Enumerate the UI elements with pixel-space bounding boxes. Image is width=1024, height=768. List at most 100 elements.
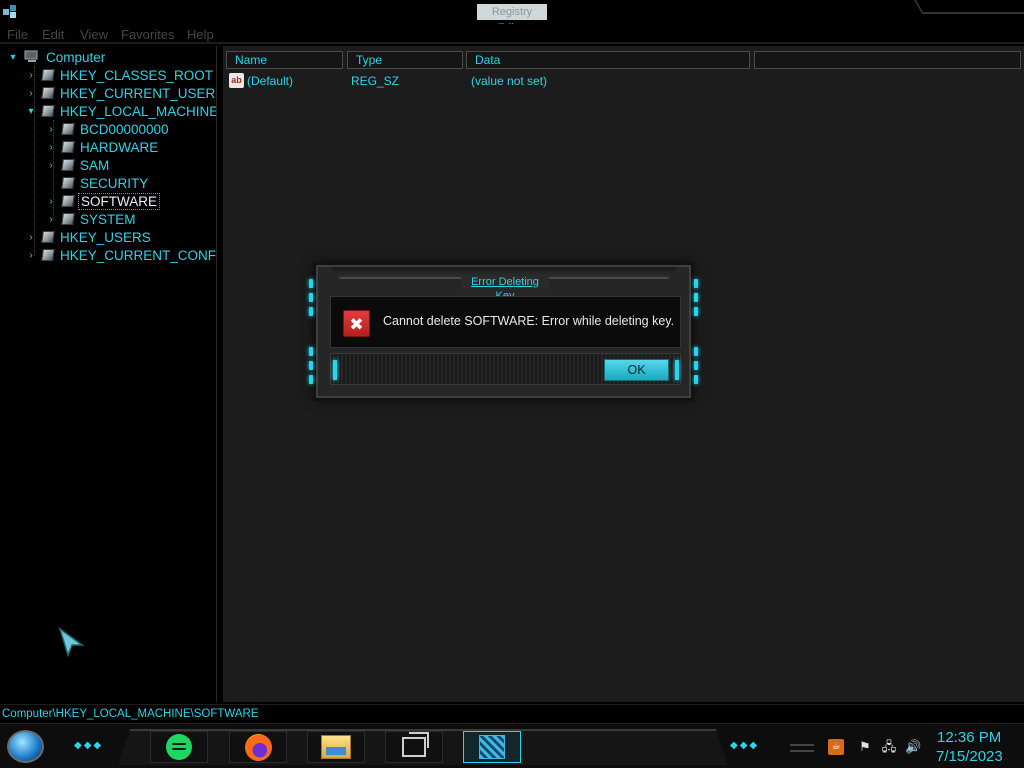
computer-icon [24, 50, 38, 62]
tree-item-bcd00000000[interactable]: › BCD00000000 [44, 120, 168, 138]
collapsed-chevron-icon[interactable]: › [24, 248, 38, 262]
registry-editor-app-icon[interactable] [2, 3, 18, 19]
menu-help[interactable]: Help [187, 27, 214, 42]
expanded-chevron-icon[interactable]: ▾ [6, 50, 20, 64]
folder-icon [61, 195, 75, 207]
tree-label: SECURITY [80, 175, 149, 191]
tray-separator [790, 744, 814, 752]
folder-icon [41, 249, 55, 261]
tree-item-hkey-local-machine[interactable]: ▾ HKEY_LOCAL_MACHINE [24, 102, 217, 120]
dialog-light-decoration [309, 307, 313, 316]
tree-label-selected: SOFTWARE [78, 192, 160, 210]
value-type: REG_SZ [351, 74, 400, 88]
collapsed-chevron-icon[interactable]: › [24, 230, 38, 244]
folder-icon [61, 123, 75, 135]
action-center-flag-icon[interactable]: ⚑ [857, 739, 873, 755]
tree-label: HKEY_USERS [60, 229, 151, 245]
list-header: Name Type Data [223, 51, 1024, 69]
dialog-light-decoration [333, 360, 337, 380]
tree-label: HKEY_CURRENT_CONFI [60, 247, 217, 263]
dialog-light-decoration [675, 360, 679, 380]
dialog-message-area: ✖ Cannot delete SOFTWARE: Error while de… [330, 296, 681, 348]
registry-editor-icon [479, 735, 505, 759]
ab-string-icon: ab [229, 73, 244, 88]
tree-item-hardware[interactable]: › HARDWARE [44, 138, 158, 156]
dialog-light-decoration [694, 375, 698, 384]
ok-button[interactable]: OK [604, 359, 669, 381]
tree-item-software[interactable]: › SOFTWARE [44, 192, 160, 210]
column-header-type[interactable]: Type [347, 51, 463, 69]
menu-file[interactable]: File [7, 27, 28, 42]
tree-item-hkey-current-config[interactable]: › HKEY_CURRENT_CONFI [24, 246, 217, 264]
folder-icon [41, 69, 55, 81]
collapsed-chevron-icon[interactable]: › [44, 212, 58, 226]
taskbar-app-file-explorer[interactable] [307, 731, 365, 763]
tree-label: SYSTEM [80, 211, 136, 227]
dialog-light-decoration [309, 279, 313, 288]
taskbar-app-registry-editor[interactable] [463, 731, 521, 763]
tree-label: Computer [46, 49, 106, 65]
folder-icon [41, 87, 55, 99]
collapsed-chevron-icon[interactable]: › [44, 194, 58, 208]
title-bar-decoration [914, 0, 1024, 14]
tree-item-security[interactable]: SECURITY [44, 174, 148, 192]
spotify-icon [166, 734, 192, 760]
collapsed-chevron-icon[interactable]: › [44, 140, 58, 154]
tree-item-system[interactable]: › SYSTEM [44, 210, 136, 228]
start-button[interactable] [7, 730, 44, 763]
window-title: Registry Editor [477, 4, 547, 34]
tree-item-computer[interactable]: ▾ Computer [6, 48, 105, 66]
collapsed-chevron-icon[interactable]: › [24, 68, 38, 82]
folder-icon [61, 213, 75, 225]
menu-view[interactable]: View [80, 27, 108, 42]
dialog-light-decoration [309, 293, 313, 302]
status-path: Computer\HKEY_LOCAL_MACHINE\SOFTWARE [2, 708, 259, 720]
file-explorer-icon [321, 735, 351, 759]
key-tree-pane[interactable]: ▾ Computer › HKEY_CLASSES_ROOT › HKEY_CU… [0, 46, 217, 702]
network-icon[interactable]: 🖧 [881, 739, 897, 755]
column-header-data[interactable]: Data [466, 51, 750, 69]
folder-icon [61, 159, 75, 171]
java-update-icon[interactable]: ☕ [828, 739, 844, 755]
tree-item-sam[interactable]: › SAM [44, 156, 109, 174]
volume-icon[interactable]: 🔊 [905, 739, 921, 755]
error-message: Cannot delete SOFTWARE: Error while dele… [383, 314, 675, 328]
value-name: (Default) [247, 74, 294, 88]
clock-time[interactable]: 12:36 PM [937, 729, 1001, 746]
mouse-cursor-icon [58, 627, 84, 657]
dialog-light-decoration [694, 293, 698, 302]
taskbar-app-spotify[interactable] [150, 731, 208, 763]
taskbar-app-firefox[interactable] [229, 731, 287, 763]
taskbar: ◆◆◆ ◆◆◆ ☕ ⚑ 🖧 🔊 12:36 PM 7/15/2023 [0, 723, 1024, 768]
tree-item-hkey-users[interactable]: › HKEY_USERS [24, 228, 151, 246]
tree-label: HKEY_CURRENT_USER [60, 85, 216, 101]
clock-date[interactable]: 7/15/2023 [936, 748, 1003, 765]
dialog-light-decoration [694, 347, 698, 356]
tree-label: SAM [80, 157, 110, 173]
tree-item-hkey-current-user[interactable]: › HKEY_CURRENT_USER [24, 84, 215, 102]
error-icon: ✖ [343, 310, 370, 337]
tree-label: HKEY_CLASSES_ROOT [60, 67, 214, 83]
tree-label: HARDWARE [80, 139, 159, 155]
dialog-light-decoration [694, 279, 698, 288]
menu-bar: File Edit View Favorites Help [0, 24, 1024, 44]
column-header-name[interactable]: Name [226, 51, 343, 69]
tree-label: HKEY_LOCAL_MACHINE [60, 103, 217, 119]
dialog-light-decoration [309, 347, 313, 356]
collapsed-chevron-icon[interactable]: › [44, 158, 58, 172]
collapsed-chevron-icon[interactable]: › [24, 86, 38, 100]
dialog-button-bar: OK [330, 353, 681, 385]
menu-favorites[interactable]: Favorites [121, 27, 174, 42]
folder-icon [61, 177, 75, 189]
folder-icon [41, 105, 55, 117]
taskbar-light-decoration: ◆◆◆ [730, 740, 760, 751]
dialog-light-decoration [694, 361, 698, 370]
menu-edit[interactable]: Edit [42, 27, 64, 42]
taskbar-task-view[interactable] [385, 731, 443, 763]
tree-item-hkey-classes-root[interactable]: › HKEY_CLASSES_ROOT [24, 66, 213, 84]
collapsed-chevron-icon[interactable]: › [44, 122, 58, 136]
error-dialog: Error Deleting Key ✖ Cannot delete SOFTW… [309, 265, 698, 398]
folder-icon [41, 231, 55, 243]
expanded-chevron-icon[interactable]: ▾ [24, 104, 38, 118]
dialog-light-decoration [309, 375, 313, 384]
